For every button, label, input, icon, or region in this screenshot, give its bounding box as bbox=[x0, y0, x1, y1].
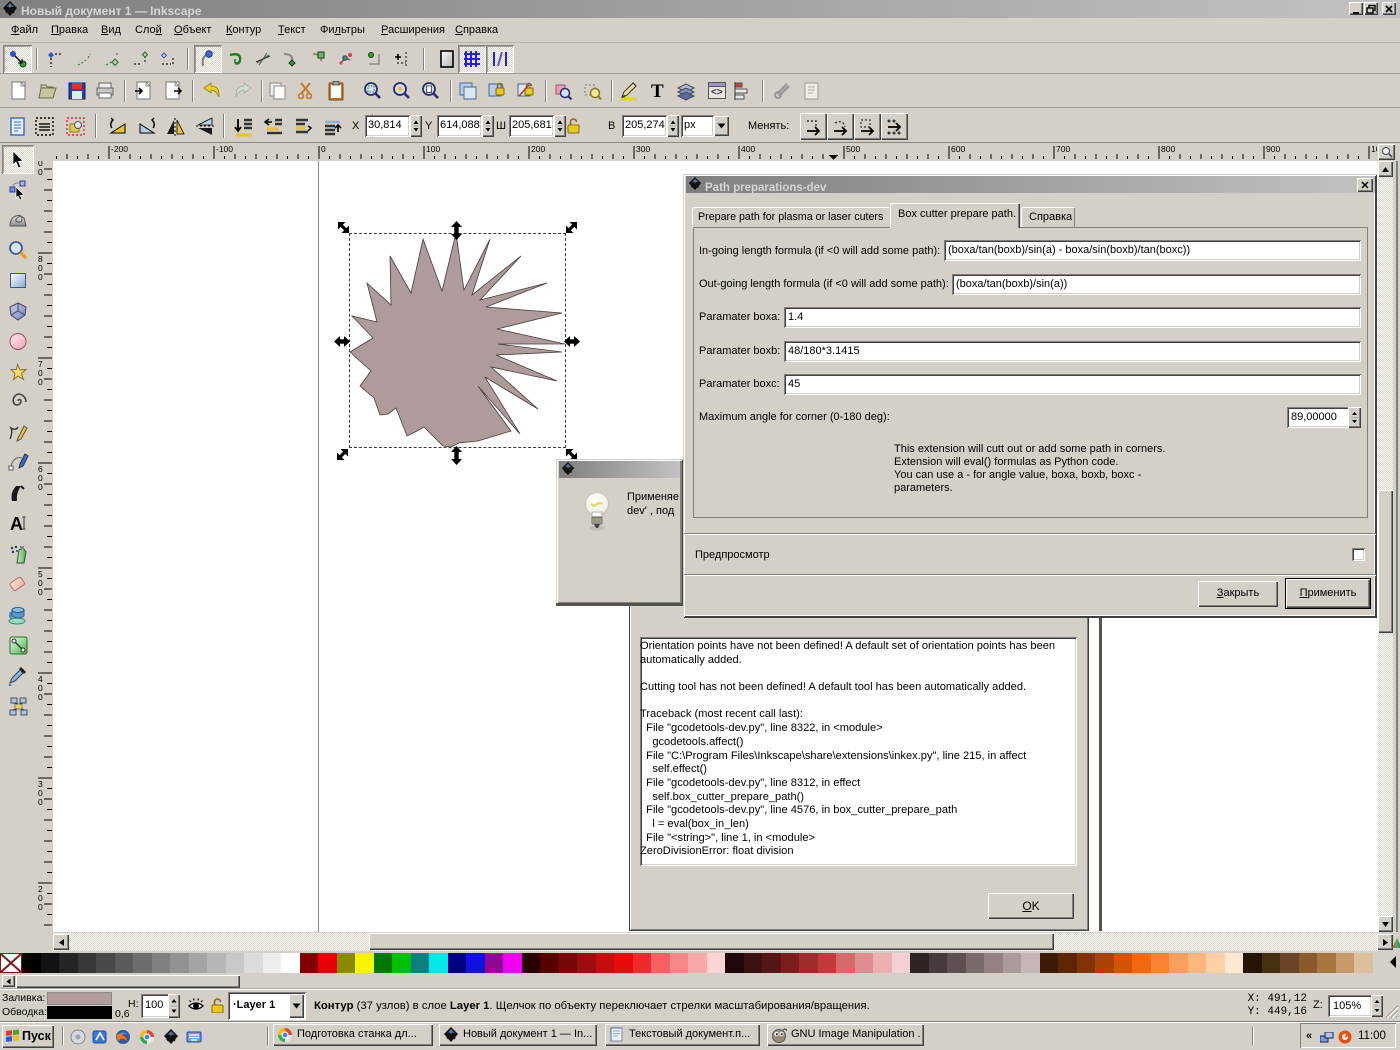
svg-text:0: 0 bbox=[38, 902, 43, 912]
svg-text:0: 0 bbox=[38, 692, 43, 702]
svg-text:0: 0 bbox=[321, 144, 326, 154]
svg-text:100: 100 bbox=[426, 144, 440, 154]
svg-text:800: 800 bbox=[1161, 144, 1175, 154]
svg-text:0: 0 bbox=[38, 167, 43, 177]
svg-text:-100: -100 bbox=[216, 144, 233, 154]
svg-text:0: 0 bbox=[38, 482, 43, 492]
svg-text:300: 300 bbox=[636, 144, 650, 154]
svg-text:600: 600 bbox=[951, 144, 965, 154]
svg-text:0: 0 bbox=[38, 587, 43, 597]
svg-text:T: T bbox=[651, 81, 664, 102]
svg-text:700: 700 bbox=[1056, 144, 1070, 154]
svg-text:900: 900 bbox=[1266, 144, 1280, 154]
svg-text:A: A bbox=[10, 514, 23, 534]
svg-text:200: 200 bbox=[531, 144, 545, 154]
svg-text:400: 400 bbox=[741, 144, 755, 154]
svg-text:-200: -200 bbox=[111, 144, 128, 154]
svg-text:<>: <> bbox=[711, 87, 723, 98]
svg-text:0: 0 bbox=[38, 797, 43, 807]
svg-text:0: 0 bbox=[38, 377, 43, 387]
svg-text:500: 500 bbox=[846, 144, 860, 154]
svg-text:0: 0 bbox=[38, 272, 43, 282]
